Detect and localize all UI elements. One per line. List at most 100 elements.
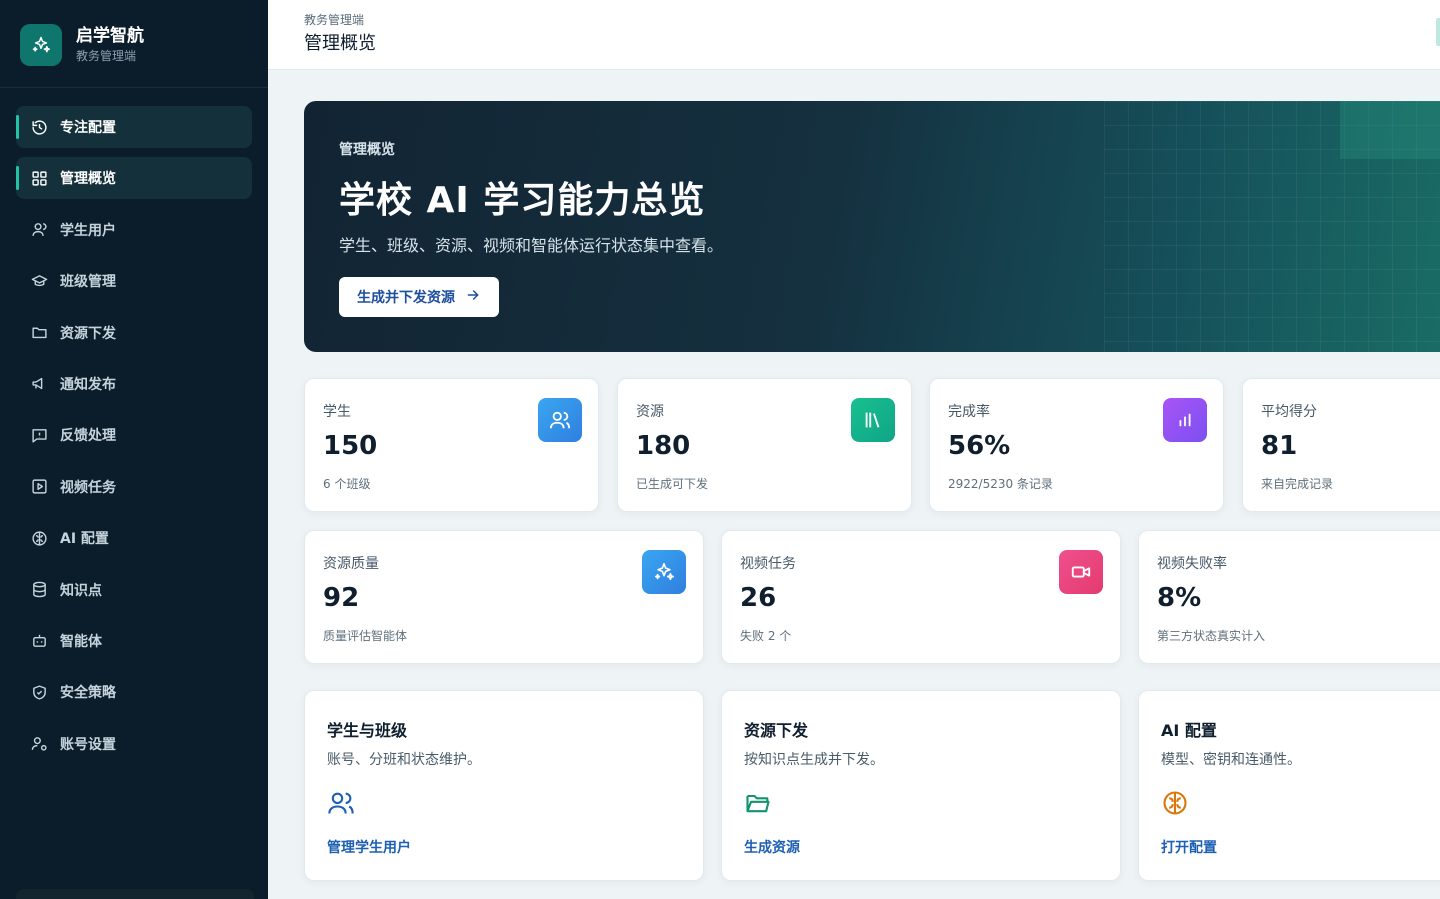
feature-title: AI 配置 <box>1161 721 1217 740</box>
sidebar-item-focus-config[interactable]: 专注配置 <box>16 106 252 148</box>
stat-value: 180 <box>636 431 691 461</box>
topbar-action-edge[interactable] <box>1436 18 1440 46</box>
focus-timer-icon <box>30 118 48 136</box>
sidebar-item-feedback[interactable]: 反馈处理 <box>16 414 252 456</box>
stat-sub: 6 个班级 <box>323 477 371 491</box>
megaphone-icon <box>30 375 48 393</box>
hero-corner-decoration <box>1340 101 1440 159</box>
stat-sub: 第三方状态真实计入 <box>1157 629 1266 643</box>
sidebar-item-classes[interactable]: 班级管理 <box>16 260 252 302</box>
dashboard-grid-icon <box>30 169 48 187</box>
breadcrumb: 教务管理端 <box>304 13 365 27</box>
sidebar-item-label: 资源下发 <box>60 325 116 342</box>
stat-sub: 已生成可下发 <box>636 477 709 491</box>
message-alert-icon <box>30 426 48 444</box>
sidebar: 启学智航 教务管理端 专注配置 管理概览 学生用户 班级管理 资源下发 通知发布… <box>0 0 268 899</box>
stat-label: 视频任务 <box>740 556 796 572</box>
video-camera-icon <box>1059 550 1103 594</box>
generate-resource-button[interactable]: 生成并下发资源 <box>339 277 499 317</box>
hero-description: 学生、班级、资源、视频和智能体运行状态集中查看。 <box>339 236 724 255</box>
brand-subtitle: 教务管理端 <box>76 48 137 63</box>
arrow-right-icon <box>465 287 481 307</box>
button-label: 生成并下发资源 <box>357 290 455 306</box>
sparkles-icon <box>642 550 686 594</box>
stat-value: 26 <box>740 583 777 613</box>
users-icon <box>538 398 582 442</box>
page-title: 管理概览 <box>304 33 376 54</box>
stat-card-resources: 资源 180 已生成可下发 <box>617 378 912 512</box>
sidebar-item-ai-config[interactable]: AI 配置 <box>16 517 252 559</box>
user-cog-icon <box>30 735 48 753</box>
bar-chart-icon <box>1163 398 1207 442</box>
video-play-icon <box>30 478 48 496</box>
brain-icon <box>30 529 48 547</box>
sidebar-footer <box>16 889 254 899</box>
stat-label: 完成率 <box>948 404 990 420</box>
generate-resources-link[interactable]: 生成资源 <box>744 837 800 857</box>
user-icon <box>30 221 48 239</box>
stat-label: 资源质量 <box>323 556 379 572</box>
feature-card-students: 学生与班级 账号、分班和状态维护。 管理学生用户 <box>304 690 704 881</box>
sidebar-item-label: 反馈处理 <box>60 428 116 445</box>
stat-sub: 失败 2 个 <box>740 629 792 643</box>
stat-card-video-tasks: 视频任务 26 失败 2 个 <box>721 530 1121 664</box>
stat-card-completion: 完成率 56% 2922/5230 条记录 <box>929 378 1224 512</box>
sidebar-item-label: 视频任务 <box>60 479 116 496</box>
sidebar-item-resources[interactable]: 资源下发 <box>16 312 252 354</box>
stat-value: 92 <box>323 583 360 613</box>
stat-value: 81 <box>1261 431 1298 461</box>
stat-label: 平均得分 <box>1261 404 1317 420</box>
sidebar-item-agents[interactable]: 智能体 <box>16 620 252 662</box>
stat-card-video-failure: 视频失败率 8% 第三方状态真实计入 <box>1138 530 1440 664</box>
folder-open-icon <box>744 789 772 817</box>
stat-card-avg-score: 平均得分 81 来自完成记录 <box>1242 378 1440 512</box>
feature-description: 账号、分班和状态维护。 <box>327 752 481 768</box>
feature-card-resources: 资源下发 按知识点生成并下发。 生成资源 <box>721 690 1121 881</box>
feature-title: 资源下发 <box>744 721 809 740</box>
sidebar-item-label: 通知发布 <box>60 376 116 393</box>
open-config-link[interactable]: 打开配置 <box>1161 837 1217 857</box>
sidebar-item-security[interactable]: 安全策略 <box>16 671 252 713</box>
sidebar-item-label: 管理概览 <box>60 171 116 188</box>
sidebar-item-label: 知识点 <box>60 582 102 599</box>
sidebar-item-video-tasks[interactable]: 视频任务 <box>16 466 252 508</box>
sidebar-item-label: 专注配置 <box>60 120 116 136</box>
sidebar-item-label: 账号设置 <box>60 736 116 753</box>
stat-value: 150 <box>323 431 378 461</box>
library-icon <box>851 398 895 442</box>
feature-description: 按知识点生成并下发。 <box>744 752 884 768</box>
brand-title: 启学智航 <box>76 25 144 46</box>
feature-description: 模型、密钥和连通性。 <box>1161 752 1301 768</box>
hero-title: 学校 AI 学习能力总览 <box>339 180 706 221</box>
stat-value: 8% <box>1157 583 1202 613</box>
folder-icon <box>30 324 48 342</box>
bot-icon <box>30 632 48 650</box>
brand: 启学智航 教务管理端 <box>0 0 268 88</box>
graduation-cap-icon <box>30 272 48 290</box>
brain-icon <box>1161 789 1189 817</box>
stat-label: 视频失败率 <box>1157 556 1227 572</box>
hero-banner: 管理概览 学校 AI 学习能力总览 学生、班级、资源、视频和智能体运行状态集中查… <box>304 101 1440 352</box>
sidebar-item-label: AI 配置 <box>60 531 109 548</box>
hero-eyebrow: 管理概览 <box>339 142 395 158</box>
manage-students-link[interactable]: 管理学生用户 <box>327 837 411 857</box>
database-icon <box>30 581 48 599</box>
sparkles-logo-icon <box>20 23 62 66</box>
sidebar-item-label: 班级管理 <box>60 274 116 291</box>
stat-card-resource-quality: 资源质量 92 质量评估智能体 <box>304 530 704 664</box>
stat-card-students: 学生 150 6 个班级 <box>304 378 599 512</box>
shield-check-icon <box>30 683 48 701</box>
stat-label: 资源 <box>636 404 664 420</box>
stat-value: 56% <box>948 431 1011 461</box>
feature-title: 学生与班级 <box>327 721 408 740</box>
sidebar-item-overview[interactable]: 管理概览 <box>16 157 252 200</box>
users-icon <box>327 789 355 817</box>
sidebar-item-notices[interactable]: 通知发布 <box>16 363 252 405</box>
feature-card-ai-config: AI 配置 模型、密钥和连通性。 打开配置 <box>1138 690 1440 881</box>
sidebar-nav: 专注配置 管理概览 学生用户 班级管理 资源下发 通知发布 反馈处理 视频任务 … <box>0 88 268 765</box>
sidebar-item-students[interactable]: 学生用户 <box>16 209 252 251</box>
stat-sub: 2922/5230 条记录 <box>948 477 1053 491</box>
topbar: 教务管理端 管理概览 <box>268 0 1440 70</box>
sidebar-item-knowledge[interactable]: 知识点 <box>16 569 252 611</box>
sidebar-item-account[interactable]: 账号设置 <box>16 723 252 765</box>
